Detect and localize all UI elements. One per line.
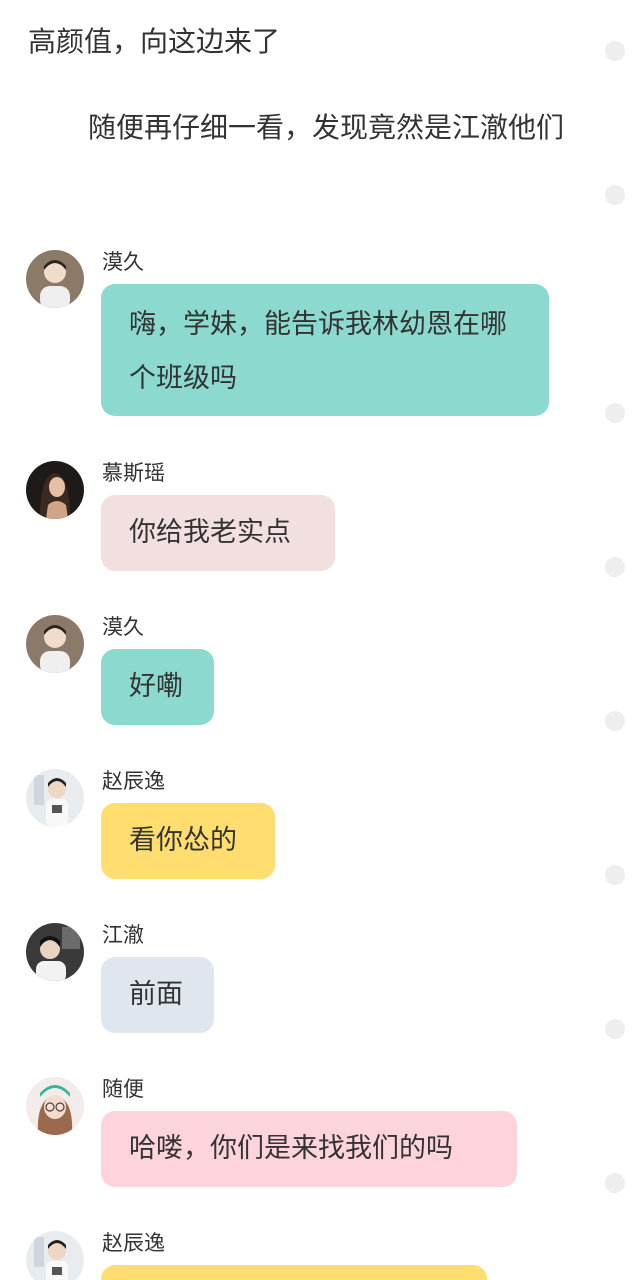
comment-dot[interactable]	[605, 403, 625, 423]
boy-avatar-icon[interactable]	[26, 923, 84, 981]
girl-avatar-icon[interactable]	[26, 1077, 84, 1135]
comment-dot[interactable]	[605, 711, 625, 731]
message-bubble[interactable]: 嗨，学妹，能告诉我林幼恩在哪个班级吗	[101, 284, 549, 416]
message-bubble[interactable]: 前面	[101, 957, 214, 1033]
speaker-name: 漠久	[102, 250, 144, 274]
comment-dot[interactable]	[605, 185, 625, 205]
speaker-name: 漠久	[102, 615, 144, 639]
boy-avatar-icon[interactable]	[26, 250, 84, 308]
speaker-name: 慕斯瑶	[102, 461, 165, 485]
message-bubble[interactable]: 哈喽，你们是来找我们的吗	[101, 1111, 517, 1187]
comment-dot[interactable]	[605, 557, 625, 577]
comment-dot[interactable]	[605, 1019, 625, 1039]
speaker-name: 随便	[102, 1077, 144, 1101]
comment-dot[interactable]	[605, 1173, 625, 1193]
message-bubble[interactable]: 看你怂的	[101, 803, 275, 879]
message-bubble[interactable]	[101, 1265, 487, 1280]
chat-story-screen: 高颜值，向这边来了 随便再仔细一看，发现竟然是江澈他们 漠久 嗨，学妹，能告诉我…	[0, 0, 640, 1280]
speaker-name: 江澈	[102, 923, 144, 947]
speaker-name: 赵辰逸	[102, 769, 165, 793]
narration-paragraph: 随便再仔细一看，发现竟然是江澈他们	[88, 111, 565, 144]
message-bubble[interactable]: 你给我老实点	[101, 495, 335, 571]
narration-line: 高颜值，向这边来了	[28, 25, 281, 58]
boy-avatar-icon[interactable]	[26, 615, 84, 673]
girl-avatar-icon[interactable]	[26, 461, 84, 519]
comment-dot[interactable]	[605, 865, 625, 885]
message-bubble[interactable]: 好嘞	[101, 649, 214, 725]
comment-dot[interactable]	[605, 41, 625, 61]
boy-avatar-icon[interactable]	[26, 769, 84, 827]
boy-avatar-icon[interactable]	[26, 1231, 84, 1280]
speaker-name: 赵辰逸	[102, 1231, 165, 1255]
